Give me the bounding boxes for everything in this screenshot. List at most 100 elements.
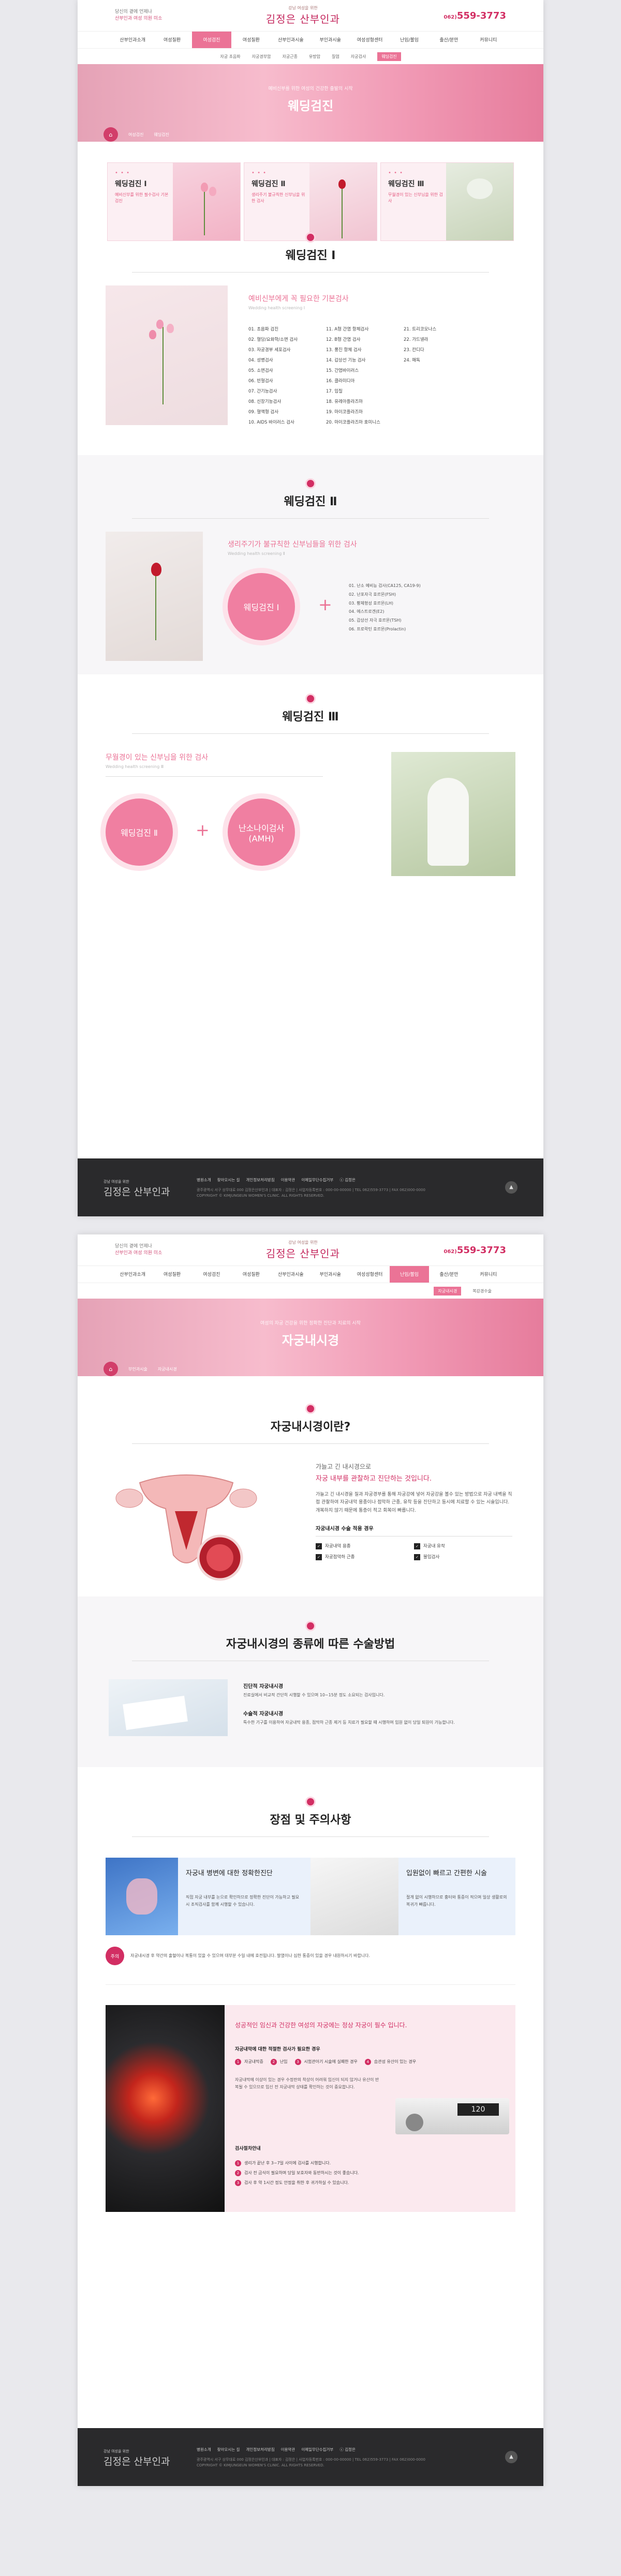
footer-link[interactable]: 병원소개 bbox=[197, 1177, 211, 1183]
phone-number[interactable]: 062)559-3773 bbox=[443, 1245, 506, 1256]
benefit-title: 입원없이 빠르고 간편한 시술 bbox=[406, 1870, 487, 1877]
checkup-item: 03. 자궁경부 세포검사 bbox=[248, 348, 291, 353]
phone-number[interactable]: 062)559-3773 bbox=[443, 10, 506, 21]
check-icon: ✓ bbox=[414, 1554, 420, 1560]
indication-item: ✓ 자궁내 유착 bbox=[414, 1543, 512, 1549]
footer-link[interactable]: 찾아오시는 길 bbox=[217, 2447, 240, 2452]
nav-item[interactable]: 여성질환 bbox=[231, 32, 271, 48]
subnav-item[interactable]: 자궁경부암 bbox=[252, 54, 271, 59]
subnav-item[interactable]: 질염 bbox=[332, 54, 339, 59]
checkup-2-circle: 웨딩검진 Ⅱ bbox=[106, 799, 173, 866]
nav-item[interactable]: 여성검진 bbox=[192, 1266, 231, 1283]
footer-link[interactable]: 병원소개 bbox=[197, 2447, 211, 2452]
section-heading: 자궁내시경의 종류에 따른 수술방법 bbox=[78, 1596, 543, 1661]
nav-item[interactable]: 출산/분만 bbox=[429, 32, 468, 48]
footer-link[interactable]: 이메일무단수집거부 bbox=[301, 1177, 333, 1183]
footer-link[interactable]: 찾아오시는 길 bbox=[217, 1177, 240, 1183]
medical-device-image: 120 bbox=[395, 2098, 509, 2134]
subnav-item[interactable]: 자궁근종 bbox=[282, 54, 297, 59]
tagline-line-2: 산부인과 여성 의원 미소 bbox=[115, 16, 162, 21]
nav-item[interactable]: 부인과시술 bbox=[310, 1266, 350, 1283]
step-text: 생리가 끝난 후 3~7일 사이에 검사를 시행합니다. bbox=[244, 2161, 331, 2165]
card-desc: 무월경이 있는 신부님을 위한 검사 bbox=[388, 192, 443, 203]
indication-label: 자궁점막하 근종 bbox=[325, 1554, 355, 1560]
site-header: 당신의 곁에 언제나 산부인과 여성 의원 미소 강남 여성을 위한 김정은 산… bbox=[78, 0, 543, 31]
breadcrumb-item[interactable]: 여성검진 bbox=[128, 132, 143, 138]
nav-item[interactable]: 여성질환 bbox=[152, 1266, 191, 1283]
bride-bouquet-image bbox=[173, 163, 240, 240]
logo-subtitle: 강남 여성을 위한 bbox=[288, 6, 318, 10]
site-logo[interactable]: 강남 여성을 위한 김정은 산부인과 bbox=[266, 1240, 340, 1260]
device-display: 120 bbox=[457, 2103, 499, 2116]
benefit-card-accurate: 자궁내 병변에 대한 정확한진단 직접 자궁 내부를 눈으로 확인하므로 정확한… bbox=[106, 1858, 310, 1935]
scroll-top-button[interactable]: ▲ bbox=[505, 1181, 518, 1194]
footer-logo-subtitle: 강남 여성을 위한 bbox=[103, 1180, 129, 1184]
checkup-card-1[interactable]: • • • 웨딩검진 Ⅰ 예비신부를 위한 필수검사 기본검진 bbox=[107, 162, 241, 241]
surgery-method-list: 진단적 자궁내시경 진료실에서 비교적 간단히 시행할 수 있으며 10~15분… bbox=[243, 1682, 507, 1726]
procedure-step: 1 생리가 끝난 후 3~7일 사이에 검사를 시행합니다. bbox=[235, 2158, 504, 2168]
footer-link[interactable]: 이용약관 bbox=[281, 1177, 295, 1183]
checkup-item bbox=[404, 388, 476, 394]
checkup-item: 15. 간염바이러스 bbox=[326, 368, 359, 373]
wedding-checkup-1-section: 웨딩검진 Ⅰ 예비신부에게 꼭 필요한 기본검사 Wedding health … bbox=[78, 234, 543, 425]
device-knob-icon bbox=[406, 2114, 423, 2131]
scroll-top-button[interactable]: ▲ bbox=[505, 2451, 518, 2463]
subnav-item[interactable]: 유방암 bbox=[309, 54, 320, 59]
nav-item[interactable]: 여성질환 bbox=[231, 1266, 271, 1283]
nav-item[interactable]: 출산/분만 bbox=[429, 1266, 468, 1283]
nav-item[interactable]: 커뮤니티 bbox=[469, 32, 508, 48]
nav-item[interactable]: 여성질환 bbox=[152, 32, 191, 48]
subnav-item[interactable]: 자궁검사 bbox=[351, 54, 366, 59]
method-b-body: 특수한 기구를 이용하여 자궁내막 용종, 점막하 근종 제거 등 치료가 필요… bbox=[243, 1720, 455, 1725]
checkup-item bbox=[404, 398, 476, 404]
uterus-illustration bbox=[109, 1462, 264, 1586]
nav-item[interactable]: 산부인과소개 bbox=[113, 1266, 152, 1283]
home-icon[interactable]: ⌂ bbox=[103, 127, 118, 142]
logo-text: 김정은 산부인과 bbox=[265, 13, 340, 25]
site-logo[interactable]: 강남 여성을 위한 김정은 산부인과 bbox=[266, 5, 340, 26]
breadcrumb-item-current[interactable]: 자궁내시경 bbox=[158, 1366, 177, 1372]
nav-item[interactable]: 여성성형센터 bbox=[350, 1266, 389, 1283]
description-body: 가늘고 긴 내시경을 질과 자궁경부를 통해 자궁강에 넣어 자궁강을 볼수 있… bbox=[316, 1492, 512, 1513]
checkup-item bbox=[404, 419, 476, 425]
nav-item[interactable]: 난임/불임 bbox=[390, 32, 429, 48]
breadcrumb-item[interactable]: 부인과시술 bbox=[128, 1366, 147, 1372]
subnav-item-active[interactable]: 자궁내시경 bbox=[434, 1286, 462, 1295]
section-en-subtitle: Wedding health screening Ⅱ bbox=[228, 551, 285, 556]
checkup-item: 11. A형 간염 항체검사 bbox=[326, 327, 369, 332]
subnav-item[interactable]: 복강경수술 bbox=[472, 1288, 492, 1294]
phone-main: 559-3773 bbox=[456, 10, 506, 21]
nav-item[interactable]: 산부인과시술 bbox=[271, 1266, 310, 1283]
step-text: 검사 후 약 1시간 정도 안정을 취한 후 귀가하실 수 있습니다. bbox=[244, 2180, 349, 2186]
home-icon[interactable]: ⌂ bbox=[103, 1362, 118, 1376]
checkup-card-3[interactable]: • • • 웨딩검진 Ⅲ 무월경이 있는 신부님을 위한 검사 bbox=[380, 162, 514, 241]
indication-label: 자궁내 유착 bbox=[423, 1543, 445, 1549]
subnav-item-active[interactable]: 웨딩검진 bbox=[377, 52, 401, 61]
checkup-item bbox=[404, 367, 476, 373]
subnav-item[interactable]: 자궁 초음파 bbox=[220, 54, 240, 59]
breadcrumb-item-current[interactable]: 웨딩검진 bbox=[154, 132, 169, 138]
checkup-item: 02. 난포자극 호르몬(FSH) bbox=[349, 592, 396, 597]
footer-logo-text: 김정은 산부인과 bbox=[103, 1186, 170, 1198]
indication-item: ✓ 불임검사 bbox=[414, 1554, 512, 1560]
footer-link[interactable]: 이메일무단수집거부 bbox=[301, 2447, 333, 2452]
footer-link: ⓒ 김정은 bbox=[339, 2447, 356, 2452]
checkup-item bbox=[404, 378, 476, 384]
nav-item[interactable]: 산부인과소개 bbox=[113, 32, 152, 48]
nav-item[interactable]: 커뮤니티 bbox=[469, 1266, 508, 1283]
footer-link[interactable]: 개인정보처리방침 bbox=[246, 1177, 274, 1183]
rose-image bbox=[309, 163, 377, 240]
section-title: 자궁내시경이란? bbox=[270, 1421, 351, 1434]
nav-item[interactable]: 부인과시술 bbox=[310, 32, 350, 48]
tag-item: 2 난임 bbox=[270, 2059, 288, 2065]
card-dots: • • • bbox=[252, 170, 267, 176]
card-desc: 예비신부를 위한 필수검사 기본검진 bbox=[115, 192, 169, 203]
nav-item[interactable]: 여성성형센터 bbox=[350, 32, 389, 48]
nav-item[interactable]: 산부인과시술 bbox=[271, 32, 310, 48]
lead-line-2: 자궁 내부를 관찰하고 진단하는 것입니다. bbox=[316, 1475, 432, 1483]
nav-item-active[interactable]: 여성검진 bbox=[191, 32, 232, 48]
checkup-card-2[interactable]: • • • 웨딩검진 Ⅱ 생리주기 불규칙한 신부님을 위한 검사 bbox=[244, 162, 377, 241]
footer-link[interactable]: 개인정보처리방침 bbox=[246, 2447, 274, 2452]
footer-link[interactable]: 이용약관 bbox=[281, 2447, 295, 2452]
nav-item-active[interactable]: 난임/불임 bbox=[389, 1266, 430, 1283]
